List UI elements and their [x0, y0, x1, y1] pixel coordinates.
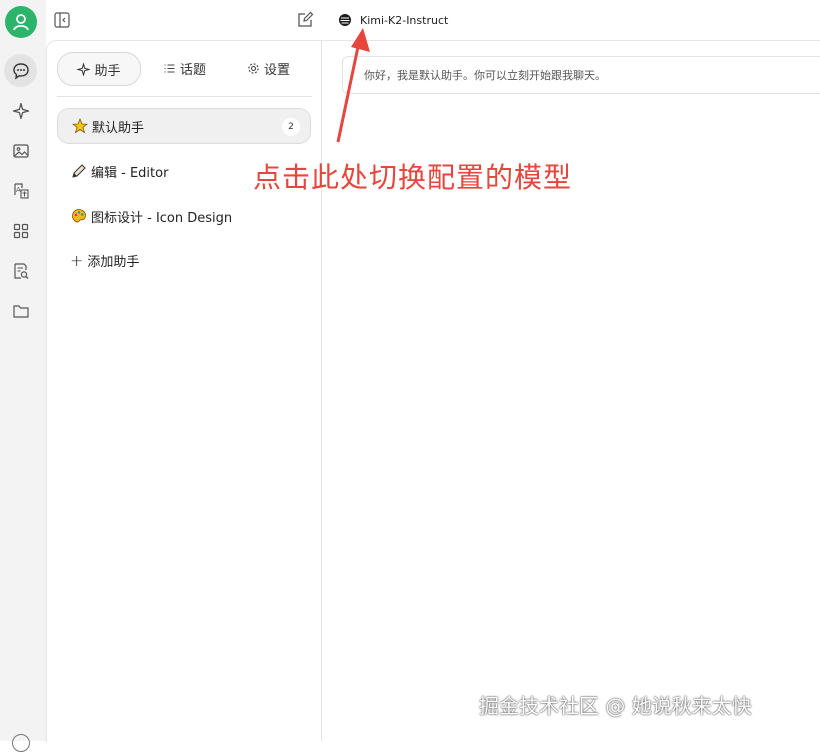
assistant-item-default[interactable]: 默认助手 2	[57, 108, 311, 144]
assistant-greeting-message: 你好，我是默认助手。你可以立刻开始跟我聊天。	[342, 56, 820, 94]
palette-emoji-icon	[70, 208, 87, 225]
tabs-divider	[57, 96, 312, 97]
document-search-icon	[13, 262, 28, 279]
rail-chat-button[interactable]	[4, 54, 37, 87]
svg-text:A: A	[16, 186, 21, 194]
rail-apps-button[interactable]	[4, 214, 37, 247]
chat-header-divider	[322, 40, 820, 41]
panel-divider	[321, 40, 322, 741]
rail-files-button[interactable]	[4, 294, 37, 327]
rail-image-button[interactable]	[4, 134, 37, 167]
new-chat-icon[interactable]	[296, 11, 314, 29]
gear-icon	[248, 62, 259, 74]
watermark: 掘金技术社区 @ 她说秋来太快	[479, 694, 752, 718]
tab-settings[interactable]: 设置	[247, 52, 290, 84]
tab-assistants[interactable]: 助手	[57, 52, 141, 86]
add-assistant-label: 添加助手	[87, 254, 140, 270]
sparkle-icon	[12, 102, 29, 119]
avatar[interactable]	[5, 6, 37, 38]
help-icon[interactable]	[12, 734, 30, 752]
chat-icon	[12, 62, 29, 79]
user-icon	[13, 14, 29, 31]
pencil-emoji-icon	[70, 163, 87, 180]
folder-icon	[12, 304, 29, 318]
annotation-text: 点击此处切换配置的模型	[253, 161, 573, 194]
greeting-text: 你好，我是默认助手。你可以立刻开始跟我聊天。	[364, 69, 606, 82]
sparkle-icon	[77, 62, 91, 76]
apps-icon	[13, 223, 28, 238]
assistant-item-icon-design[interactable]: 图标设计 - Icon Design	[57, 198, 311, 234]
annotation-arrow	[336, 28, 370, 143]
rail-knowledge-button[interactable]	[4, 254, 37, 287]
tab-settings-label: 设置	[264, 62, 291, 78]
top-toolbar: Kimi-K2-Instruct	[46, 0, 820, 40]
list-icon	[164, 63, 175, 73]
left-rail: A	[0, 0, 46, 752]
rail-agents-button[interactable]	[4, 94, 37, 127]
image-icon	[12, 143, 29, 158]
star-emoji-icon	[71, 118, 88, 135]
tab-topics-label: 话题	[180, 62, 207, 78]
rail-translate-button[interactable]: A	[4, 174, 37, 207]
translate-icon: A	[13, 182, 29, 199]
tab-assistants-label: 助手	[94, 63, 121, 79]
assistant-label: 图标设计 - Icon Design	[91, 210, 233, 226]
assistant-label: 默认助手	[92, 120, 145, 136]
assistant-panel: 助手 话题 设置 默认助手 2 编辑 - Editor 图标设计 - Icon …	[46, 40, 322, 742]
assistant-label: 编辑 - Editor	[91, 165, 169, 181]
sidebar-toggle-icon[interactable]	[53, 11, 71, 29]
add-assistant-button[interactable]: + 添加助手	[57, 242, 311, 278]
topic-count-badge: 2	[282, 118, 300, 136]
tab-topics[interactable]: 话题	[163, 52, 206, 84]
plus-icon: +	[70, 250, 84, 270]
panel-tabs: 助手 话题 设置	[57, 52, 311, 86]
